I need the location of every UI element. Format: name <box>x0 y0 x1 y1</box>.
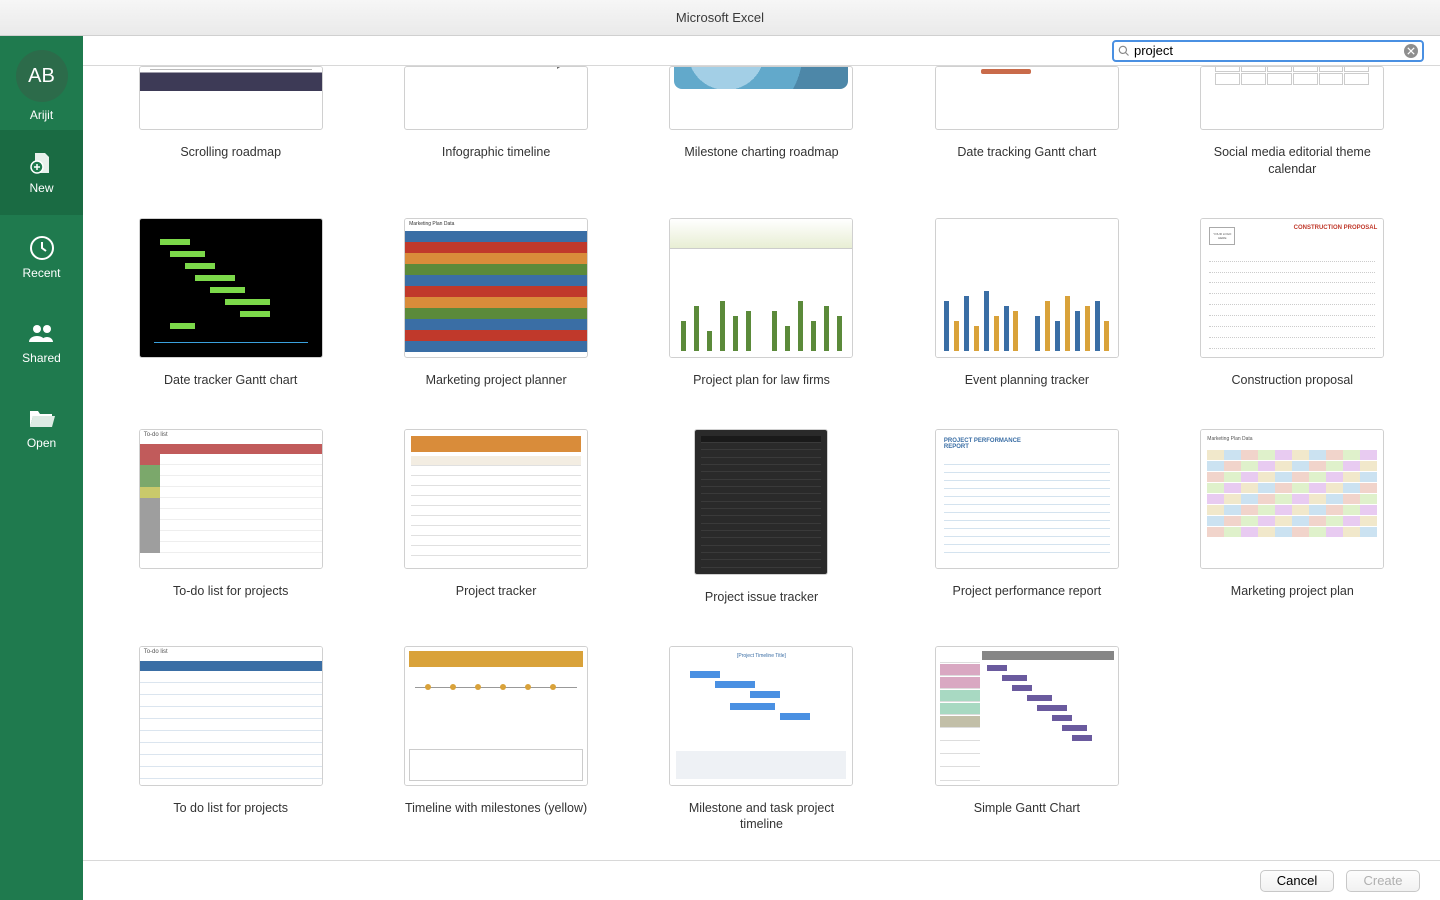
template-card[interactable]: Simple Gantt Chart <box>909 646 1144 834</box>
avatar: AB <box>16 50 68 102</box>
template-card[interactable]: To-do list To do list for projects <box>113 646 348 834</box>
template-thumbnail: To-do list <box>139 646 323 786</box>
template-label: Infographic timeline <box>442 144 550 161</box>
template-thumbnail <box>404 646 588 786</box>
template-label: Date tracker Gantt chart <box>164 372 297 389</box>
sidebar: AB Arijit New Recent Shared Open <box>0 36 83 900</box>
people-icon <box>27 321 57 345</box>
template-card[interactable]: Social media editorial theme calendar <box>1175 66 1410 178</box>
template-label: Social media editorial theme calendar <box>1200 144 1384 178</box>
template-grid: Scrolling roadmap Infographic timeline Mil… <box>113 66 1410 833</box>
sidebar-item-label: Recent <box>22 266 60 280</box>
search-input[interactable] <box>1134 43 1400 58</box>
sidebar-item-recent[interactable]: Recent <box>0 215 83 300</box>
username: Arijit <box>30 108 53 122</box>
sidebar-item-label: Open <box>27 436 56 450</box>
template-thumbnail <box>1200 66 1384 130</box>
template-label: Project tracker <box>456 583 537 600</box>
template-label: Project performance report <box>953 583 1102 600</box>
template-label: Project issue tracker <box>705 589 818 606</box>
template-label: Date tracking Gantt chart <box>957 144 1096 161</box>
search-icon <box>1118 45 1130 57</box>
template-card[interactable]: Marketing Plan Data Marketing project pla… <box>1175 429 1410 606</box>
template-thumbnail <box>669 66 853 130</box>
template-thumbnail <box>139 66 323 130</box>
template-thumbnail: PROJECT PERFORMANCEREPORT <box>935 429 1119 569</box>
template-card[interactable]: Marketing Plan Data Marketing project pla… <box>378 218 613 389</box>
template-thumbnail <box>694 429 828 575</box>
template-label: Marketing project plan <box>1231 583 1354 600</box>
template-label: To-do list for projects <box>173 583 288 600</box>
titlebar: Microsoft Excel <box>0 0 1440 36</box>
template-card[interactable]: YOUR LOGO HERECONSTRUCTION PROPOSAL Const… <box>1175 218 1410 389</box>
folder-open-icon <box>27 406 57 430</box>
template-thumbnail <box>935 646 1119 786</box>
sidebar-item-open[interactable]: Open <box>0 385 83 470</box>
cancel-button[interactable]: Cancel <box>1260 870 1334 892</box>
template-label: Milestone charting roadmap <box>684 144 838 161</box>
template-card[interactable]: [Project Timeline Title] Milestone and ta… <box>644 646 879 834</box>
clear-search-button[interactable] <box>1404 44 1418 58</box>
template-label: Milestone and task project timeline <box>669 800 853 834</box>
template-thumbnail <box>935 66 1119 130</box>
template-label: Simple Gantt Chart <box>974 800 1080 817</box>
template-card[interactable]: Event planning tracker <box>909 218 1144 389</box>
template-card[interactable]: Project issue tracker <box>644 429 879 606</box>
template-label: Construction proposal <box>1231 372 1353 389</box>
clock-icon <box>27 236 57 260</box>
template-card[interactable]: Project plan for law firms <box>644 218 879 389</box>
document-plus-icon <box>27 151 57 175</box>
template-thumbnail <box>935 218 1119 358</box>
template-label: Marketing project planner <box>426 372 567 389</box>
footer: Cancel Create <box>83 860 1440 900</box>
template-card[interactable]: Milestone charting roadmap <box>644 66 879 178</box>
template-thumbnail: YOUR LOGO HERECONSTRUCTION PROPOSAL <box>1200 218 1384 358</box>
template-thumbnail: Marketing Plan Data <box>1200 429 1384 569</box>
template-card[interactable]: Date tracker Gantt chart <box>113 218 348 389</box>
template-thumbnail: Marketing Plan Data <box>404 218 588 358</box>
sidebar-item-label: Shared <box>22 351 61 365</box>
template-card[interactable]: Infographic timeline <box>378 66 613 178</box>
template-card[interactable]: Scrolling roadmap <box>113 66 348 178</box>
app-title: Microsoft Excel <box>676 10 764 25</box>
template-label: Project plan for law firms <box>693 372 830 389</box>
search-field[interactable] <box>1112 40 1424 62</box>
template-thumbnail: [Project Timeline Title] <box>669 646 853 786</box>
sidebar-item-new[interactable]: New <box>0 130 83 215</box>
template-card[interactable]: To-do list To-do list for projects <box>113 429 348 606</box>
template-label: Timeline with milestones (yellow) <box>405 800 587 817</box>
create-button: Create <box>1346 870 1420 892</box>
sidebar-item-shared[interactable]: Shared <box>0 300 83 385</box>
template-thumbnail <box>404 429 588 569</box>
template-card[interactable]: Timeline with milestones (yellow) <box>378 646 613 834</box>
template-thumbnail <box>669 218 853 358</box>
close-icon <box>1407 47 1415 55</box>
template-label: To do list for projects <box>173 800 288 817</box>
template-card[interactable]: PROJECT PERFORMANCEREPORT Project perform… <box>909 429 1144 606</box>
template-label: Event planning tracker <box>965 372 1089 389</box>
template-thumbnail <box>139 218 323 358</box>
template-card[interactable]: Date tracking Gantt chart <box>909 66 1144 178</box>
template-thumbnail: To-do list <box>139 429 323 569</box>
template-grid-scroll[interactable]: Scrolling roadmap Infographic timeline Mil… <box>83 66 1440 860</box>
template-thumbnail <box>404 66 588 130</box>
sidebar-item-label: New <box>29 181 53 195</box>
template-card[interactable]: Project tracker <box>378 429 613 606</box>
account-section[interactable]: AB Arijit <box>0 36 83 130</box>
toolbar <box>83 36 1440 66</box>
template-label: Scrolling roadmap <box>180 144 281 161</box>
